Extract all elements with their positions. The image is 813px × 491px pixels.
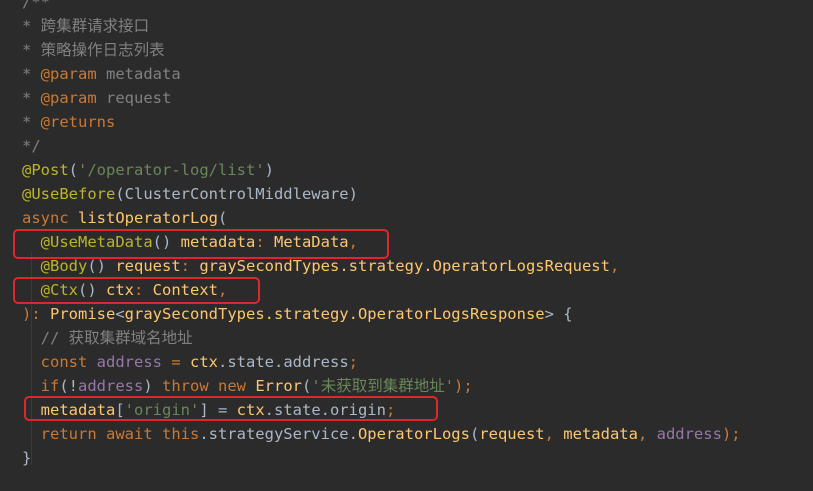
- code-token: listOperatorLog: [78, 209, 218, 227]
- code-line-9: @UseBefore(ClusterControlMiddleware): [22, 182, 358, 206]
- code-token: address: [96, 353, 162, 371]
- code-token: throw new: [162, 377, 256, 395]
- code-token: :: [180, 257, 200, 275]
- code-line-1: /**: [22, 0, 50, 14]
- code-token: @Body: [40, 257, 88, 275]
- code-token: Error: [255, 377, 303, 395]
- code-token: @param: [40, 89, 97, 107]
- code-token: @UseBefore: [22, 185, 116, 203]
- code-token: 策略操作日志列表: [40, 41, 165, 59]
- code-token: *: [22, 41, 41, 59]
- code-line-15: // 获取集群域名地址: [22, 326, 193, 350]
- highlight-box-metadata: [13, 229, 389, 259]
- code-token: request: [479, 425, 545, 443]
- code-token: (: [469, 425, 480, 443]
- code-line-5: * @param request: [22, 86, 171, 110]
- code-line-2: * 跨集群请求接口: [22, 14, 149, 38]
- code-token: request: [115, 257, 181, 275]
- highlight-box-ctx: [13, 277, 260, 304]
- code-token: .strategyService.: [199, 425, 358, 443]
- code-line-14: ): Promise<graySecondTypes.strategy.Oper…: [22, 302, 573, 326]
- code-line-16: const address = ctx.state.address;: [22, 350, 358, 374]
- code-line-19: return await this.strategyService.Operat…: [22, 422, 741, 446]
- code-token: (: [68, 161, 79, 179]
- code-token: Promise: [50, 305, 116, 323]
- code-token: *: [22, 113, 41, 131]
- code-token: =: [162, 353, 190, 371]
- code-token: metadata: [96, 65, 181, 83]
- code-token: *: [22, 89, 41, 107]
- code-token: (!: [59, 377, 79, 395]
- code-token: ,: [609, 257, 620, 275]
- code-line-20: }: [22, 446, 31, 470]
- code-token: @Post: [22, 161, 69, 179]
- code-token: .state.address: [218, 353, 349, 371]
- code-token: > {: [544, 305, 573, 323]
- code-token: return await this: [40, 425, 200, 443]
- code-token: ctx: [190, 353, 218, 371]
- code-token: address: [78, 377, 144, 395]
- code-line-6: * @returns: [22, 110, 115, 134]
- highlight-box-origin: [24, 396, 438, 421]
- code-editor[interactable]: /** * 跨集群请求接口 * 策略操作日志列表 * @param metadata *…: [0, 0, 813, 491]
- code-line-4: * @param metadata: [22, 62, 181, 86]
- code-token: ): [264, 161, 274, 179]
- code-token: /**: [22, 0, 50, 11]
- code-line-7: */: [22, 134, 41, 158]
- code-token: @returns: [40, 113, 116, 131]
- code-line-3: * 策略操作日志列表: [22, 38, 165, 62]
- code-token: '/operator-log/list': [78, 161, 265, 179]
- code-token: graySecondTypes.strategy.OperatorLogsReq…: [199, 257, 610, 275]
- code-token: const: [40, 353, 97, 371]
- code-token: );: [721, 425, 741, 443]
- code-token: }: [22, 449, 32, 467]
- code-line-17: if(!address) throw new Error('未获取到集群地址')…: [22, 374, 473, 398]
- code-token: ;: [348, 353, 358, 371]
- code-token: ): [143, 377, 163, 395]
- code-token: request: [96, 89, 172, 107]
- code-token: <: [115, 305, 125, 323]
- code-token: ,: [544, 425, 564, 443]
- code-token: (ClusterControlMiddleware): [115, 185, 358, 203]
- code-token: (: [302, 377, 312, 395]
- code-token: if: [40, 377, 60, 395]
- code-token: */: [22, 137, 41, 155]
- code-token: OperatorLogs: [357, 425, 470, 443]
- code-token: (): [87, 257, 116, 275]
- code-token: graySecondTypes.strategy.OperatorLogsRes…: [124, 305, 545, 323]
- code-token: 跨集群请求接口: [40, 17, 150, 35]
- code-line-10: async listOperatorLog(: [22, 206, 227, 230]
- code-token: metadata: [563, 425, 638, 443]
- code-token: *: [22, 17, 41, 35]
- code-token: @param: [40, 65, 97, 83]
- code-token: // 获取集群域名地址: [40, 329, 193, 347]
- code-token: async: [22, 209, 78, 227]
- code-line-8: @Post('/operator-log/list'): [22, 158, 274, 182]
- code-token: ,: [637, 425, 657, 443]
- code-token: );: [454, 377, 473, 395]
- code-token: ):: [22, 305, 50, 323]
- code-token: '未获取到集群地址': [311, 377, 455, 395]
- code-token: *: [22, 65, 41, 83]
- code-token: (: [217, 209, 228, 227]
- code-token: address: [656, 425, 722, 443]
